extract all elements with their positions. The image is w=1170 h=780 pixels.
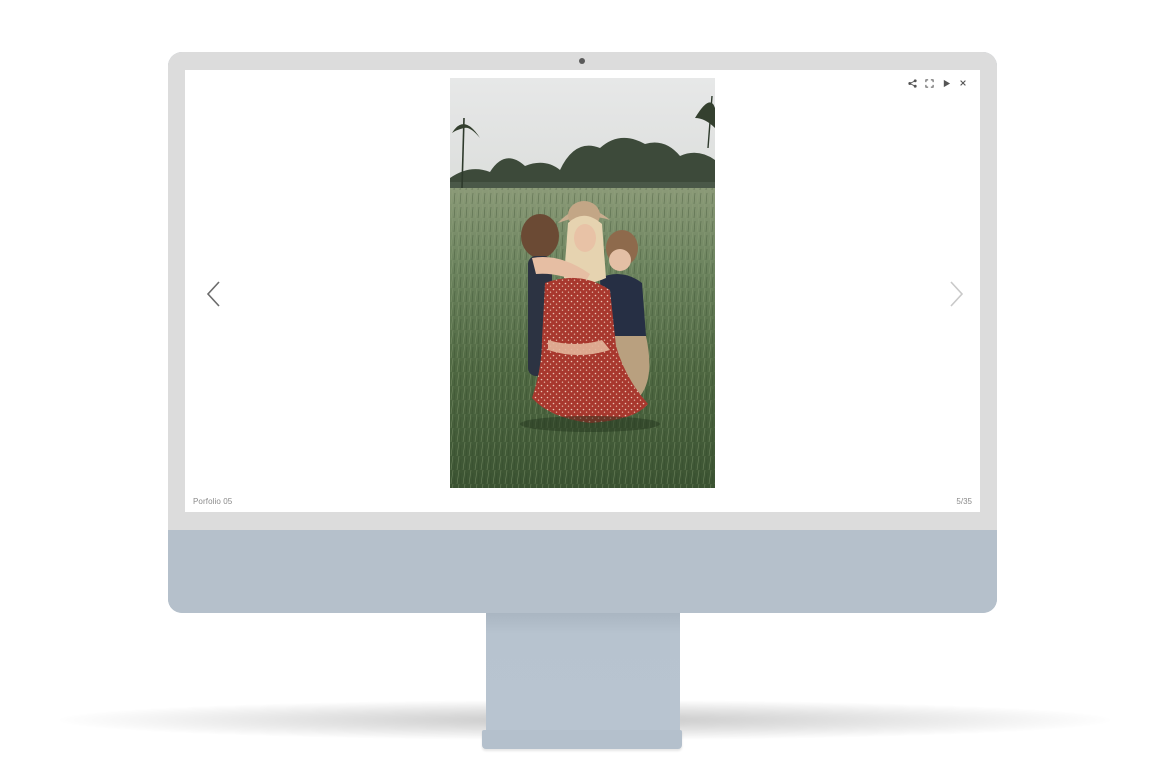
monitor-stand-base [482,730,682,749]
chevron-right-icon[interactable] [946,278,966,310]
fullscreen-icon[interactable] [924,77,934,89]
chevron-left-icon[interactable] [204,278,224,310]
lightbox-toolbar [907,77,968,89]
imac-monitor: Porfolio 05 5/35 [168,52,997,613]
gallery-photo [450,78,715,488]
camera-dot [579,58,585,64]
gallery-caption: Porfolio 05 [193,497,233,506]
monitor-stand [486,612,680,734]
monitor-bezel: Porfolio 05 5/35 [168,52,997,530]
close-icon[interactable] [958,77,968,89]
share-icon[interactable] [907,77,917,89]
monitor-chin [168,530,997,613]
lightbox-screen: Porfolio 05 5/35 [185,70,980,512]
play-icon[interactable] [941,77,951,89]
slide-counter: 5/35 [956,497,972,506]
product-mockup: Porfolio 05 5/35 [0,0,1170,780]
